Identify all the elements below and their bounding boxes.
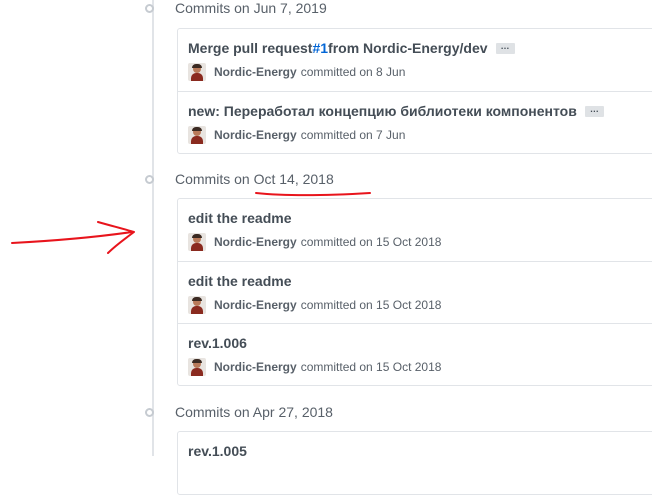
commit-date: committed on 8 Jun [300,65,406,79]
date-underline-annotation [255,192,371,197]
commit-group-date: Commits on Oct 14, 2018 [175,171,334,187]
commit-meta: Nordic-Energy committed on 15 Oct 2018 [188,233,652,251]
user-avatar[interactable] [188,126,206,144]
commit-list: Merge pull request #1 from Nordic-Energy… [177,28,652,154]
arrow-shaft-annotation [11,231,133,244]
commit-row: edit the readme Nordic-Energy committed … [178,199,652,261]
commit-author-link[interactable]: Nordic-Energy [214,298,297,312]
commit-row: Merge pull request #1 from Nordic-Energy… [178,29,652,91]
commit-row: rev.1.006 Nordic-Energy committed on 15 … [178,323,652,385]
commit-title[interactable]: rev.1.005 [188,441,652,461]
commit-group-header: Commits on Apr 27, 2018 [145,402,333,422]
commit-date: committed on 15 Oct 2018 [300,360,442,374]
commit-title[interactable]: edit the readme [188,271,652,291]
commit-meta: Nordic-Energy committed on 7 Jun [188,126,652,144]
commit-date: committed on 15 Oct 2018 [300,235,442,249]
commit-group-header: Commits on Jun 7, 2019 [145,0,327,18]
commit-date: committed on 7 Jun [300,128,406,142]
commit-message[interactable]: rev.1.006 [188,335,247,351]
pull-request-link[interactable]: #1 [312,40,328,56]
commit-author-link[interactable]: Nordic-Energy [214,128,297,142]
commit-message-suffix[interactable]: from Nordic-Energy/dev [328,40,487,56]
commit-group-date: Commits on Jun 7, 2019 [175,0,327,16]
commit-meta: Nordic-Energy committed on 8 Jun [188,63,652,81]
user-avatar[interactable] [188,296,206,314]
commit-row: rev.1.005 [178,432,652,494]
commit-node-icon [145,174,154,184]
commit-author-link[interactable]: Nordic-Energy [214,360,297,374]
expand-message-button[interactable]: … [495,41,515,54]
commit-row: new: Переработал концепцию библиотеки ко… [178,91,652,153]
expand-message-button[interactable]: … [584,104,604,117]
commit-message[interactable]: edit the readme [188,210,291,226]
commit-author-link[interactable]: Nordic-Energy [214,235,297,249]
commit-group-date: Commits on Apr 27, 2018 [175,404,333,420]
commit-row: edit the readme Nordic-Energy committed … [178,261,652,323]
timeline-line [152,0,154,456]
user-avatar[interactable] [188,63,206,81]
commit-list: edit the readme Nordic-Energy committed … [177,198,652,386]
commit-message[interactable]: new: Переработал концепцию библиотеки ко… [188,103,577,119]
commit-author-link[interactable]: Nordic-Energy [214,65,297,79]
arrow-head-annotation [97,221,135,254]
commit-title[interactable]: edit the readme [188,208,652,228]
commit-date: committed on 15 Oct 2018 [300,298,442,312]
commit-node-icon [145,3,154,13]
commit-message[interactable]: edit the readme [188,273,291,289]
commit-message[interactable]: rev.1.005 [188,443,247,459]
user-avatar[interactable] [188,358,206,376]
commit-title[interactable]: rev.1.006 [188,333,652,353]
commit-title[interactable]: new: Переработал концепцию библиотеки ко… [188,101,652,121]
commit-list: rev.1.005 [177,431,652,495]
commit-meta: Nordic-Energy committed on 15 Oct 2018 [188,296,652,314]
user-avatar[interactable] [188,233,206,251]
commit-title[interactable]: Merge pull request #1 from Nordic-Energy… [188,38,652,58]
commit-meta: Nordic-Energy committed on 15 Oct 2018 [188,358,652,376]
commit-node-icon [145,407,154,417]
commit-group-header: Commits on Oct 14, 2018 [145,169,334,189]
commit-message[interactable]: Merge pull request [188,40,312,56]
